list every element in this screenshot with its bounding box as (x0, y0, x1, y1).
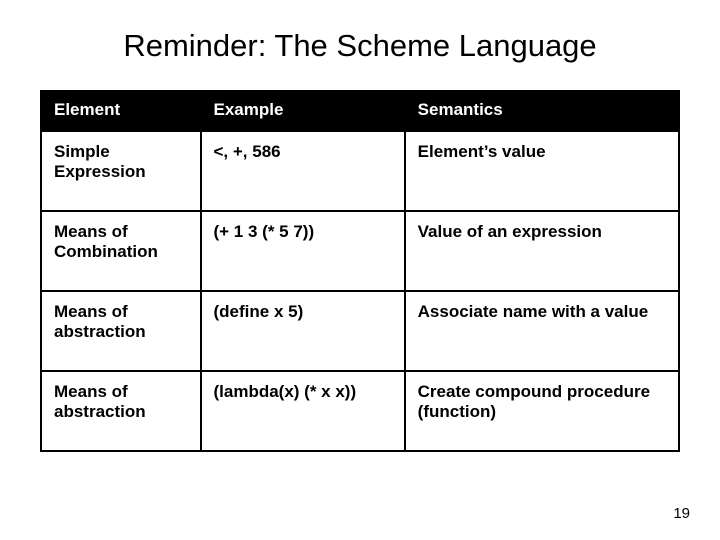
cell-semantics: Create compound procedure (function) (405, 371, 679, 451)
table-row: Means of abstraction (define x 5) Associ… (41, 291, 679, 371)
cell-example: (+ 1 3 (* 5 7)) (201, 211, 405, 291)
scheme-language-table: Element Example Semantics Simple Express… (40, 90, 680, 452)
table-row: Means of abstraction (lambda(x) (* x x))… (41, 371, 679, 451)
cell-semantics: Associate name with a value (405, 291, 679, 371)
header-element: Element (41, 91, 201, 131)
cell-element: Means of abstraction (41, 371, 201, 451)
header-semantics: Semantics (405, 91, 679, 131)
header-example: Example (201, 91, 405, 131)
cell-element: Means of Combination (41, 211, 201, 291)
cell-example: (lambda(x) (* x x)) (201, 371, 405, 451)
table-header-row: Element Example Semantics (41, 91, 679, 131)
table-row: Simple Expression <, +, 586 Element’s va… (41, 131, 679, 211)
cell-semantics: Value of an expression (405, 211, 679, 291)
cell-example: <, +, 586 (201, 131, 405, 211)
cell-example: (define x 5) (201, 291, 405, 371)
cell-element: Means of abstraction (41, 291, 201, 371)
page-number: 19 (673, 505, 690, 522)
cell-element: Simple Expression (41, 131, 201, 211)
slide-title: Reminder: The Scheme Language (40, 28, 680, 64)
table-row: Means of Combination (+ 1 3 (* 5 7)) Val… (41, 211, 679, 291)
cell-semantics: Element’s value (405, 131, 679, 211)
slide: Reminder: The Scheme Language Element Ex… (0, 0, 720, 540)
